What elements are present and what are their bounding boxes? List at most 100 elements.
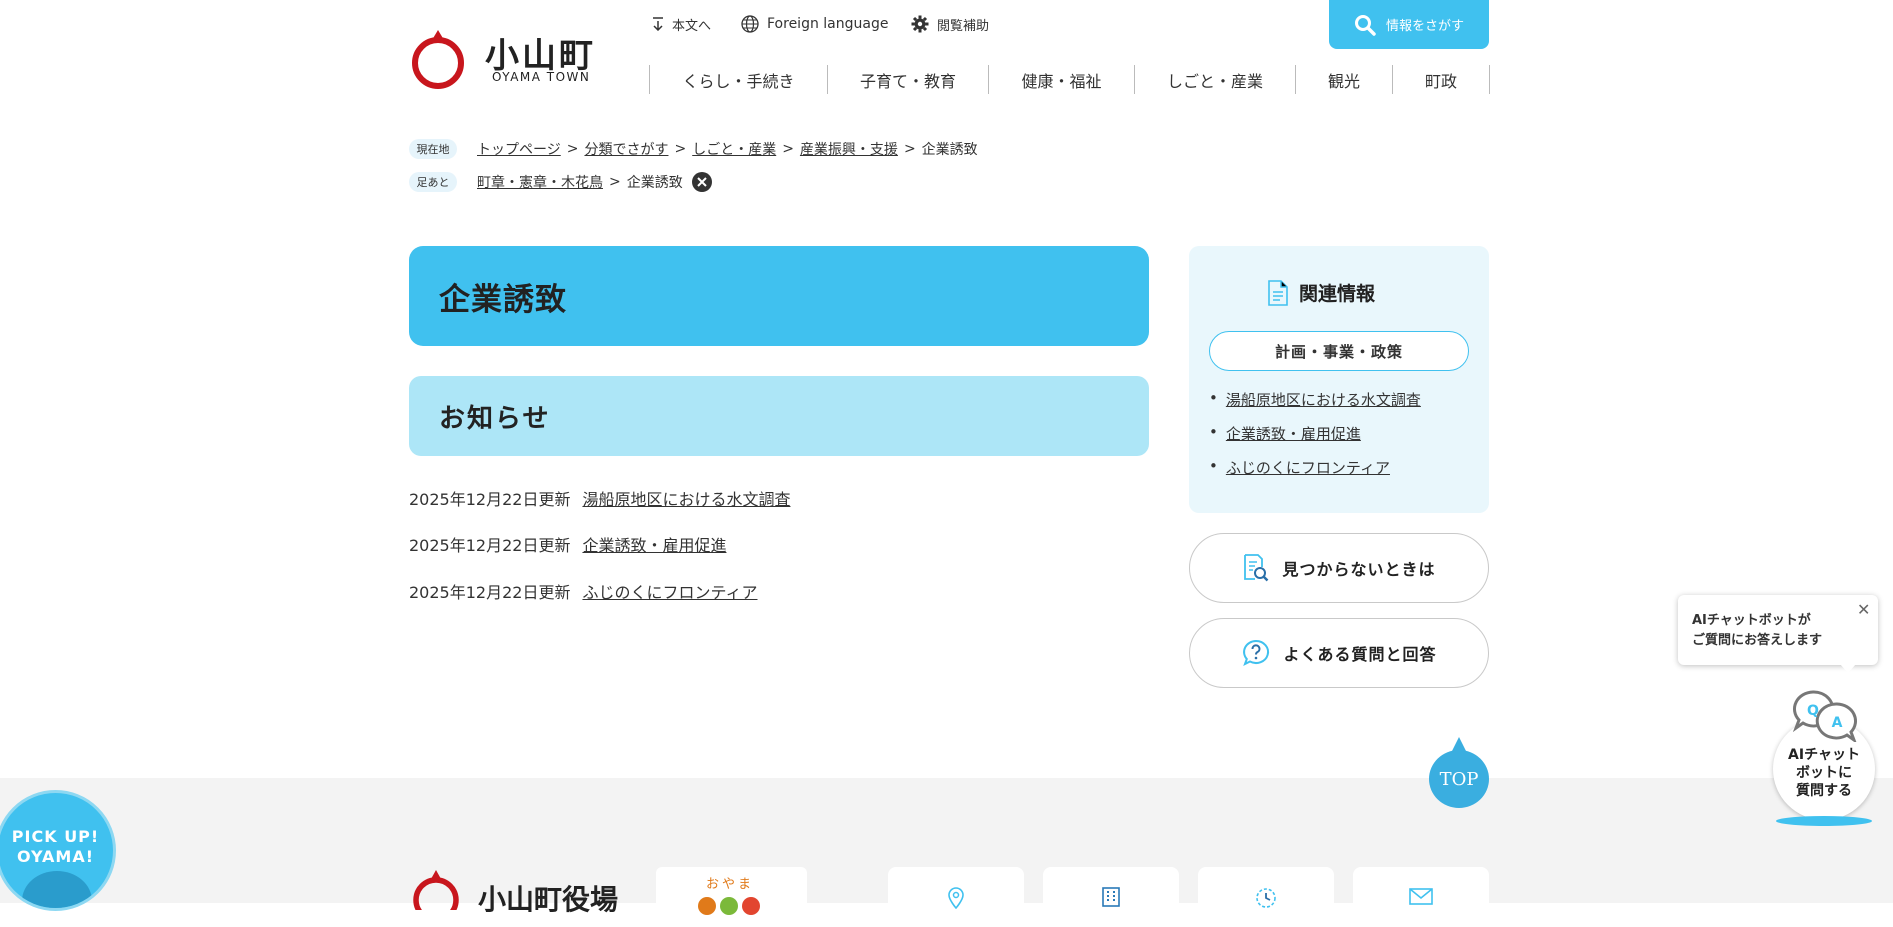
- related-link[interactable]: 湯船原地区における水文調査: [1226, 389, 1421, 410]
- list-item: 企業誘致・雇用促進: [1209, 423, 1421, 457]
- news-item: 2025年12月22日更新 ふじのくにフロンティア: [409, 579, 758, 603]
- section-heading-news: お知らせ: [409, 376, 1149, 456]
- ai-launcher-line-3: 質問する: [1796, 783, 1852, 799]
- map-pin-icon: [948, 887, 964, 909]
- qa-bubbles-icon: Q A: [1792, 690, 1857, 742]
- news-link[interactable]: 湯船原地区における水文調査: [582, 486, 790, 510]
- globe-icon: [741, 15, 759, 33]
- search-document-icon: [1244, 554, 1269, 582]
- related-heading-label: 関連情報: [1299, 283, 1376, 305]
- nav-item-government[interactable]: 町政: [1392, 65, 1489, 94]
- nav-item-childcare[interactable]: 子育て・教育: [827, 65, 988, 94]
- current-location-badge: 現在地: [409, 139, 457, 159]
- related-heading: 関連情報: [1267, 279, 1375, 306]
- clear-history-button[interactable]: [691, 172, 712, 192]
- related-info-panel: 関連情報 計画・事業・政策 湯船原地区における水文調査 企業誘致・雇用促進 ふじ…: [1189, 246, 1489, 513]
- faq-label: よくある質問と回答: [1283, 645, 1437, 664]
- list-item: ふじのくにフロンティア: [1209, 457, 1421, 491]
- contact-mail-card[interactable]: [1353, 867, 1489, 927]
- ai-launcher-line-2: ボットに: [1796, 765, 1852, 781]
- accessibility-label: 閲覧補助: [937, 18, 990, 34]
- oyama-banner[interactable]: おやま: [656, 867, 807, 927]
- search-label: 情報をさがす: [1385, 19, 1464, 34]
- history-current: 企業誘致: [626, 175, 683, 191]
- search-info-button[interactable]: 情報をさがす: [1329, 0, 1489, 49]
- related-link[interactable]: 企業誘致・雇用促進: [1226, 423, 1361, 444]
- skip-to-content-link[interactable]: 本文へ: [652, 13, 711, 35]
- building-icon: [1102, 887, 1120, 907]
- oyama-banner-label: おやま: [706, 877, 755, 892]
- news-link[interactable]: ふじのくにフロンティア: [582, 579, 757, 603]
- ai-bubble-line-1: AIチャットボットが: [1692, 613, 1811, 628]
- arrow-down-icon: [653, 17, 663, 31]
- office-hours-card[interactable]: [1198, 867, 1334, 927]
- mail-icon: [1409, 888, 1433, 905]
- news-date: 2025年12月22日更新: [409, 490, 571, 509]
- breadcrumb-separator: >: [903, 141, 916, 157]
- ai-icon-a: A: [1832, 715, 1843, 731]
- related-links: 湯船原地区における水文調査 企業誘致・雇用促進 ふじのくにフロンティア: [1209, 389, 1421, 491]
- breadcrumb-separator: >: [782, 141, 794, 157]
- breadcrumb-current: 企業誘致: [921, 142, 978, 158]
- history-badge: 足あと: [409, 172, 457, 192]
- breadcrumb-separator: >: [674, 141, 687, 157]
- building-card[interactable]: [1043, 867, 1179, 927]
- ai-chat-bubble: AIチャットボットが ご質問にお答えします: [1678, 595, 1878, 665]
- ai-chat-launcher[interactable]: Q A AIチャット ボットに 質問する: [1773, 686, 1875, 828]
- news-item: 2025年12月22日更新 湯船原地区における水文調査: [409, 486, 790, 510]
- pickup-line-2: OYAMA!: [16, 847, 95, 866]
- office-name: 小山町役場: [478, 883, 619, 916]
- breadcrumb-separator: >: [609, 174, 621, 190]
- related-link[interactable]: ふじのくにフロンティア: [1226, 457, 1390, 478]
- breadcrumb-link-industry[interactable]: 産業振興・支援: [800, 139, 898, 159]
- nav-item-work[interactable]: しごと・産業: [1134, 65, 1295, 94]
- pickup-line-1: PICK UP!: [11, 827, 100, 846]
- faq-button[interactable]: よくある質問と回答: [1189, 618, 1489, 688]
- page-title: 企業誘致: [409, 246, 1149, 346]
- foreign-language-link[interactable]: Foreign language: [741, 13, 888, 35]
- foreign-label: Foreign language: [767, 16, 889, 32]
- history-trail: 足あと 町章・憲章・木花鳥 > 企業誘致: [409, 172, 712, 192]
- breadcrumb-link-category[interactable]: 分類でさがす: [584, 139, 668, 159]
- search-icon: [1354, 14, 1376, 36]
- related-category-button[interactable]: 計画・事業・政策: [1209, 331, 1469, 371]
- history-link-emblem[interactable]: 町章・憲章・木花鳥: [477, 172, 603, 192]
- access-map-card[interactable]: [888, 867, 1024, 927]
- nav-item-tourism[interactable]: 観光: [1295, 65, 1392, 94]
- logo-mark-icon: [413, 870, 459, 910]
- news-link[interactable]: 企業誘致・雇用促進: [582, 532, 726, 556]
- accessibility-link[interactable]: 閲覧補助: [911, 13, 989, 35]
- question-bubble-icon: [1243, 639, 1270, 667]
- nav-item-health[interactable]: 健康・福祉: [988, 65, 1134, 94]
- not-found-label: 見つからないときは: [1282, 560, 1436, 579]
- logo-mark-icon: [412, 30, 464, 89]
- news-item: 2025年12月22日更新 企業誘致・雇用促進: [409, 532, 726, 556]
- ai-launcher-line-1: AIチャット: [1788, 747, 1860, 763]
- close-icon[interactable]: ✕: [1857, 600, 1870, 619]
- logo-subtitle: OYAMA TOWN: [492, 70, 591, 84]
- document-icon: [1268, 279, 1288, 306]
- skip-label: 本文へ: [672, 18, 712, 34]
- banner-dot-icon: [742, 897, 760, 915]
- ai-bubble-line-2: ご質問にお答えします: [1692, 633, 1823, 648]
- banner-dot-icon: [720, 897, 738, 915]
- ai-launcher-text: AIチャット ボットに 質問する: [1773, 746, 1875, 800]
- ai-launcher-base: [1776, 816, 1872, 826]
- pickup-text: PICK UP! OYAMA!: [0, 827, 113, 867]
- mascot-icon: [22, 871, 92, 908]
- breadcrumb: 現在地 トップページ > 分類でさがす > しごと・産業 > 産業振興・支援 >…: [409, 139, 978, 159]
- pickup-oyama-badge[interactable]: PICK UP! OYAMA!: [0, 790, 116, 911]
- news-date: 2025年12月22日更新: [409, 536, 571, 555]
- back-to-top-button[interactable]: TOP: [1429, 750, 1489, 808]
- clock-icon: [1256, 888, 1276, 908]
- not-found-button[interactable]: 見つからないときは: [1189, 533, 1489, 603]
- site-logo[interactable]: 小山町 OYAMA TOWN: [409, 24, 599, 94]
- breadcrumb-link-top[interactable]: トップページ: [477, 139, 561, 159]
- close-icon: [697, 177, 707, 187]
- footer-logo: 小山町役場: [409, 870, 629, 916]
- global-nav: くらし・手続き 子育て・教育 健康・福祉 しごと・産業 観光 町政: [649, 65, 1490, 94]
- breadcrumb-link-work[interactable]: しごと・産業: [692, 139, 776, 159]
- nav-item-living[interactable]: くらし・手続き: [649, 65, 827, 94]
- breadcrumb-separator: >: [566, 141, 579, 157]
- ai-bubble-tail: [1840, 664, 1856, 673]
